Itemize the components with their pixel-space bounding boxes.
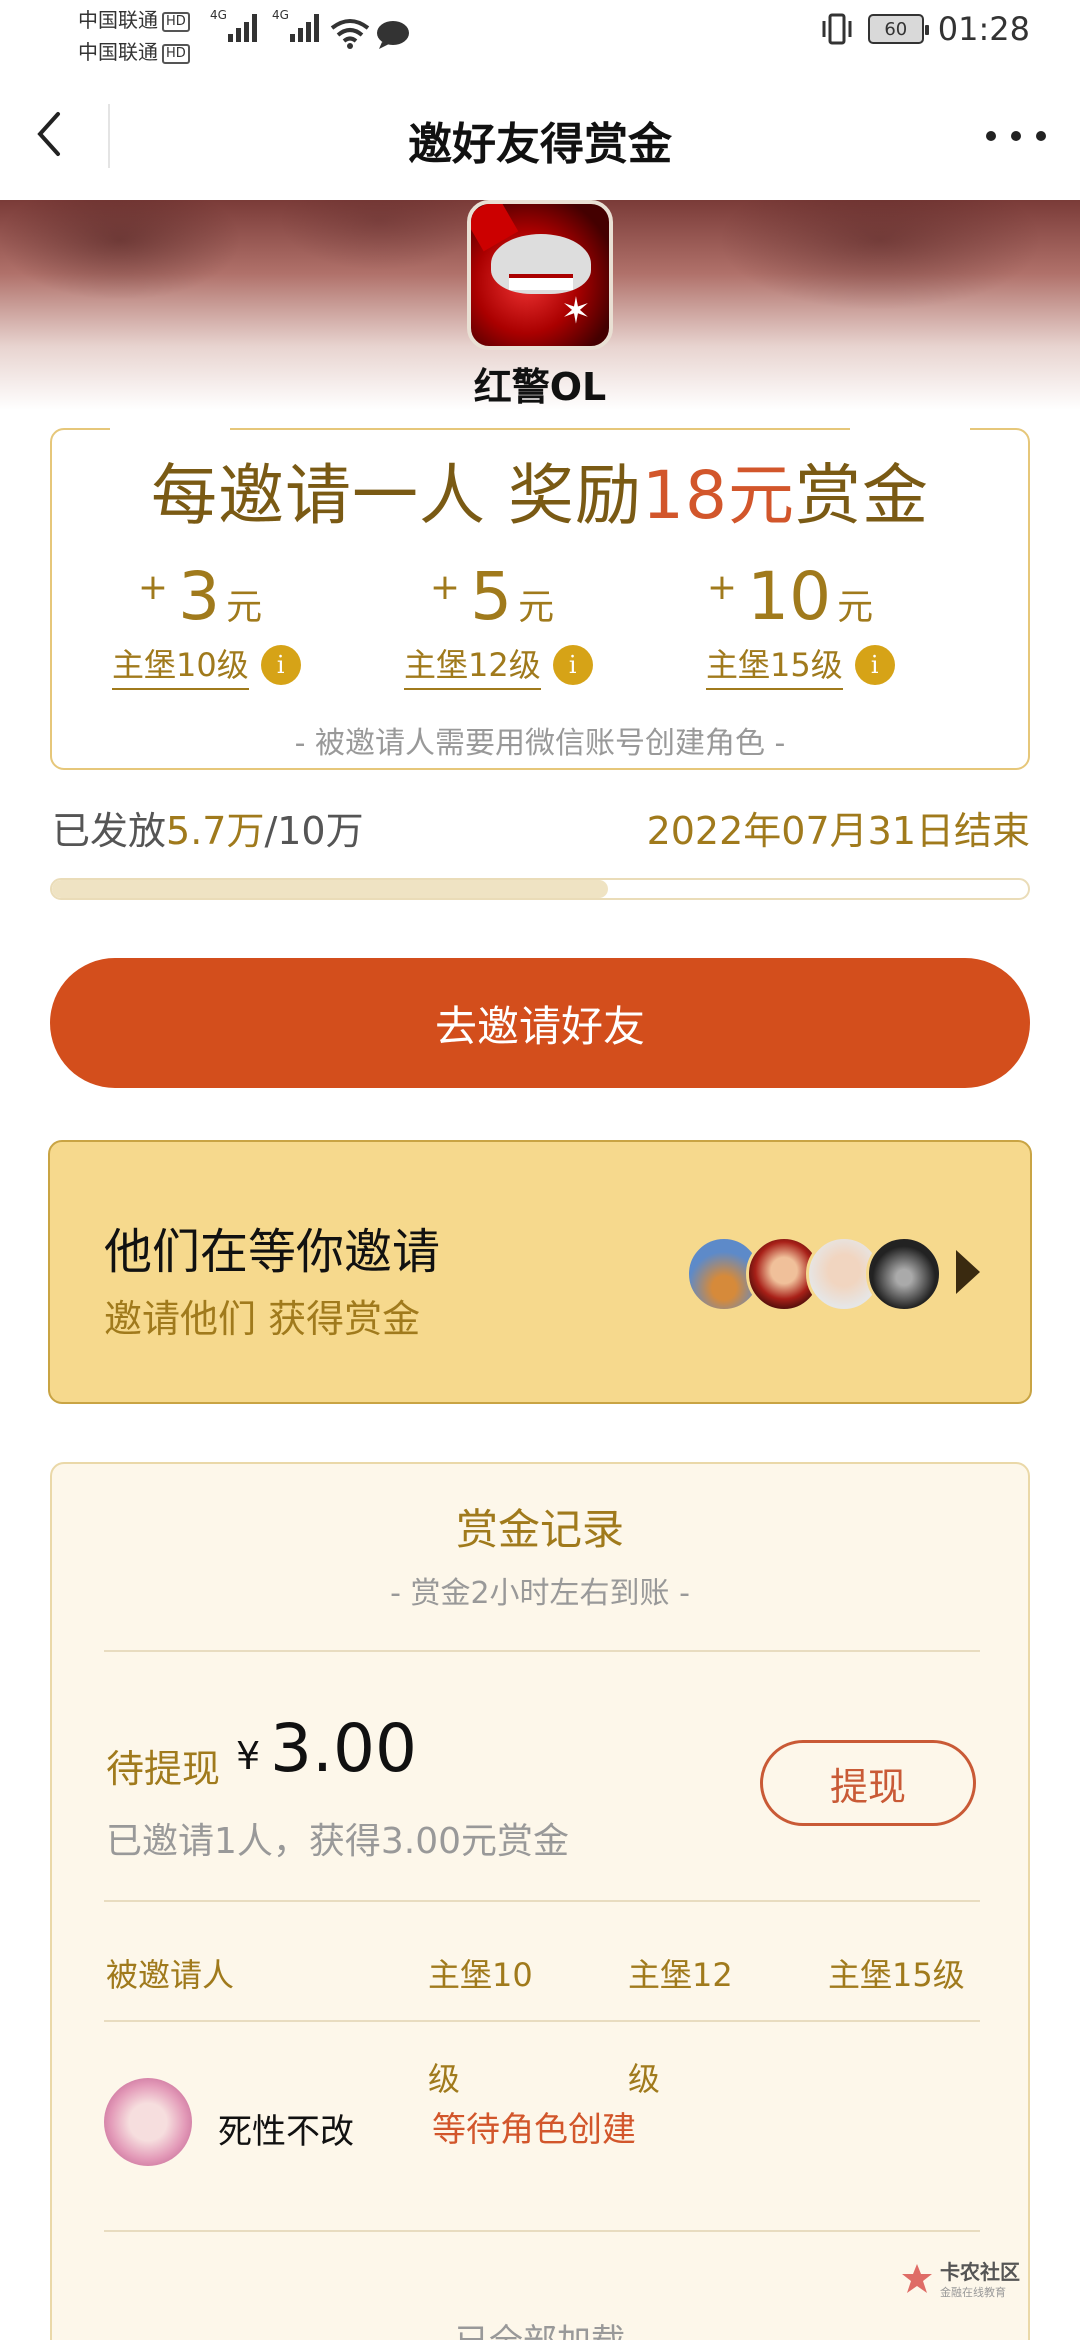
- waiting-subtitle: 邀请他们 获得赏金: [104, 1297, 421, 1341]
- tier-value: 10: [747, 558, 832, 635]
- column-header: 被邀请人: [106, 1956, 235, 1994]
- tier-label-text: 主堡10级: [112, 640, 249, 690]
- net-type: 4G: [210, 8, 227, 22]
- more-dot-icon: [1011, 131, 1021, 141]
- hd-badge: HD: [162, 43, 190, 64]
- progress-bar: [50, 878, 1030, 900]
- nav-bar: 邀好友得赏金: [0, 72, 1080, 200]
- waiting-title: 他们在等你邀请: [104, 1224, 441, 1280]
- avatar: [866, 1236, 942, 1312]
- reward-card: 每邀请一人 奖励18元赏金 +3 元 +5 元 +10 元 主堡10级 i 主堡12级…: [50, 424, 1030, 770]
- frame-gap: [850, 424, 970, 432]
- tier-label-15[interactable]: 主堡15级 i: [706, 640, 895, 690]
- net-type: 4G: [272, 8, 289, 22]
- page: 中国联通 HD 中国联通 HD 4G 4G 60 01:28 邀好友得赏金 ✶ …: [0, 0, 1080, 2340]
- more-dot-icon: [986, 131, 996, 141]
- hd-badge: HD: [162, 11, 190, 32]
- tier-plus: +: [706, 567, 738, 608]
- page-title: 邀好友得赏金: [408, 119, 672, 170]
- battery-level: 60: [884, 18, 908, 40]
- carrier-2-name: 中国联通: [78, 40, 158, 64]
- tier-value: 5: [470, 558, 513, 635]
- tier-plus: +: [429, 567, 461, 608]
- column-header-wrap: 级: [428, 2060, 461, 2098]
- kanong-logo-icon: [902, 2264, 932, 2293]
- column-header-wrap: 级: [628, 2060, 661, 2098]
- reward-note: - 被邀请人需要用微信账号创建角色 -: [294, 726, 786, 761]
- tier-amount: +3 元: [80, 558, 320, 635]
- tier-label-10[interactable]: 主堡10级 i: [112, 640, 301, 690]
- signal-icon: 4G: [272, 8, 319, 42]
- issued-label: 已发放: [52, 809, 167, 853]
- invitee-name: 死性不改: [218, 2112, 354, 2152]
- currency-symbol: ¥: [236, 1734, 261, 1778]
- avatar: [104, 2078, 192, 2166]
- pending-label: 待提现: [106, 1747, 221, 1791]
- headline-suffix: 赏金: [794, 457, 929, 534]
- records-subtitle: - 赏金2小时左右到账 -: [390, 1576, 690, 1611]
- watermark-tagline: 金融在线教育: [940, 2286, 1006, 2299]
- waiting-invite-card[interactable]: 他们在等你邀请 邀请他们 获得赏金: [48, 1140, 1032, 1404]
- column-header: 主堡12: [628, 1956, 733, 1994]
- column-header: 主堡10: [428, 1956, 533, 1994]
- issued-total: /10万: [264, 809, 364, 853]
- message-icon: [377, 21, 409, 49]
- signal-icon: 4G: [210, 8, 257, 42]
- triangle-right-icon: [956, 1250, 980, 1294]
- headline-amount: 18元: [642, 457, 795, 534]
- withdraw-button[interactable]: 提现: [760, 1740, 976, 1826]
- invitee-status: 等待角色创建: [432, 2110, 636, 2150]
- tier-unit: 元: [518, 587, 555, 628]
- divider: [104, 1900, 980, 1902]
- reward-headline: 每邀请一人 奖励18元赏金: [50, 442, 1030, 538]
- divider: [104, 2230, 980, 2232]
- divider: [104, 1650, 980, 1652]
- carrier-1-name: 中国联通: [78, 8, 158, 32]
- pending-amount: 3.00: [270, 1710, 417, 1787]
- tier-label-text: 主堡12级: [404, 640, 541, 690]
- star-icon: ✶: [560, 291, 591, 332]
- tier-amount: +10 元: [670, 558, 910, 635]
- info-icon[interactable]: i: [854, 645, 895, 685]
- all-loaded-text: 已全部加载: [52, 2314, 1028, 2340]
- game-app-icon: ✶: [467, 200, 613, 350]
- tier-plus: +: [137, 567, 169, 608]
- tier-amount: +5 元: [372, 558, 612, 635]
- frame-gap: [110, 424, 230, 432]
- friend-avatars: [686, 1236, 942, 1312]
- info-icon[interactable]: i: [260, 645, 301, 685]
- tier-unit: 元: [837, 587, 874, 628]
- more-dot-icon: [1036, 131, 1046, 141]
- status-bar: 中国联通 HD 中国联通 HD 4G 4G 60 01:28: [0, 0, 1080, 72]
- column-header: 主堡15级: [828, 1956, 965, 1994]
- vibrate-icon: [822, 13, 852, 45]
- tier-unit: 元: [226, 587, 263, 628]
- issued-value: 5.7万: [166, 809, 265, 853]
- progress-fill: [52, 880, 609, 898]
- tier-label-text: 主堡15级: [706, 640, 843, 690]
- headline-text: 每邀请一人 奖励: [151, 457, 642, 534]
- carrier-1: 中国联通 HD: [78, 4, 190, 33]
- records-title: 赏金记录: [455, 1505, 624, 1554]
- wifi-icon: [330, 19, 370, 49]
- divider: [104, 2020, 980, 2022]
- game-name: 红警OL: [473, 365, 607, 409]
- issued-count: 已发放5.7万/10万: [52, 800, 364, 855]
- bounty-records-card: 赏金记录 - 赏金2小时左右到账 - 待提现 ¥ 3.00 已邀请1人，获得3.…: [50, 1462, 1030, 2340]
- tier-label-12[interactable]: 主堡12级 i: [404, 640, 593, 690]
- clock: 01:28: [937, 10, 1030, 48]
- battery-icon: 60: [867, 14, 929, 44]
- shark-teeth: [509, 274, 573, 290]
- end-date: 2022年07月31日结束: [646, 809, 1030, 853]
- watermark: 卡农社区 金融在线教育: [900, 2256, 1040, 2316]
- more-button[interactable]: [986, 118, 1046, 154]
- info-icon[interactable]: i: [552, 645, 593, 685]
- tier-value: 3: [178, 558, 221, 635]
- watermark-name: 卡农社区: [940, 2260, 1020, 2284]
- invite-friends-button[interactable]: 去邀请好友: [50, 958, 1030, 1088]
- carrier-2: 中国联通 HD: [78, 36, 190, 65]
- status-right: 60 01:28: [820, 10, 1030, 48]
- invited-summary: 已邀请1人，获得3.00元赏金: [106, 1821, 570, 1862]
